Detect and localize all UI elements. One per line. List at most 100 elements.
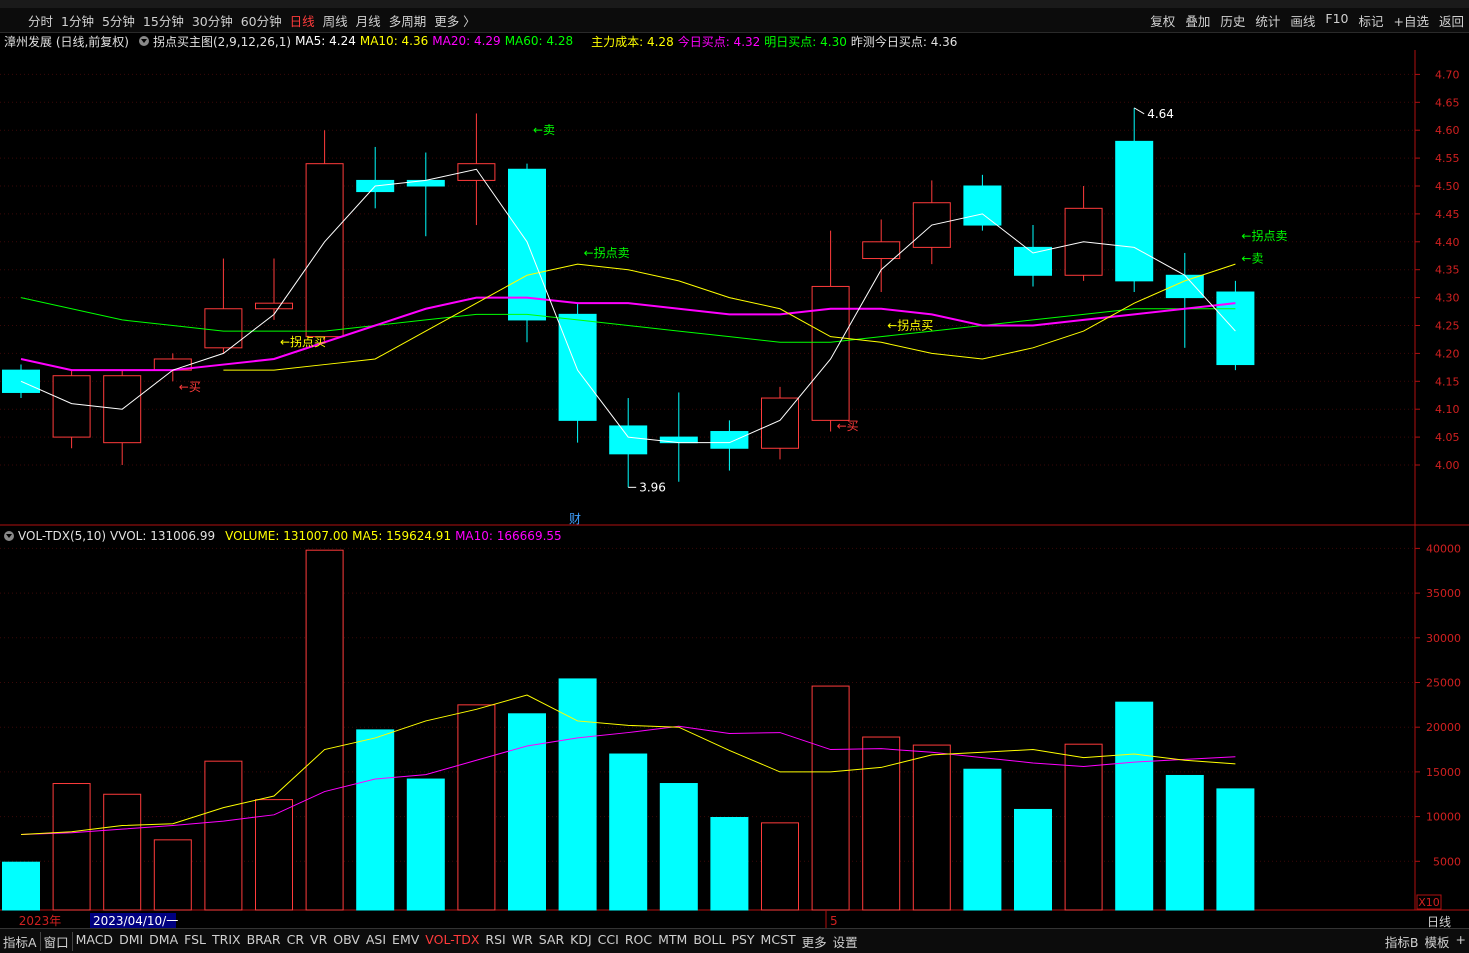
signal-annotation: ←买	[837, 419, 859, 433]
volume-bar	[204, 760, 243, 911]
indicator-tab[interactable]: MTM	[655, 932, 690, 951]
volume-bar	[963, 768, 1002, 911]
candle-body	[761, 397, 799, 449]
price-tick-label: 4.15	[1435, 375, 1460, 388]
indicator-tab[interactable]: DMI	[116, 932, 146, 951]
indicator-tab[interactable]: RSI	[482, 932, 508, 951]
indicator-tab[interactable]: WR	[509, 932, 536, 951]
indicator-tab[interactable]: MCST	[758, 932, 799, 951]
candle-body	[305, 163, 344, 338]
price-tick-label: 4.25	[1435, 320, 1460, 333]
price-tick-label: 4.50	[1435, 180, 1460, 193]
indicator-tab[interactable]: BRAR	[244, 932, 284, 951]
indicator-tab[interactable]: ROC	[622, 932, 655, 951]
price-tick-label: 4.00	[1435, 459, 1460, 472]
indicator-tab[interactable]: CR	[284, 932, 307, 951]
volume-bar	[1064, 743, 1103, 911]
indicator-tabs: 指标A 窗口 MACD DMI DMA FSL TRIX BRAR CR VR OBV ASI EMV V…	[0, 931, 861, 951]
volume-bar	[1165, 774, 1204, 911]
candle-body	[710, 431, 749, 449]
volume-tick-label: 10000	[1426, 811, 1461, 824]
volume-bar	[1216, 788, 1255, 911]
kline-chart[interactable]: 4.70 4.65 4.60 4.55 4.50 4.45 4.40 4.35 4.30 4.25…	[0, 0, 1469, 928]
price-tick-label: 4.20	[1435, 347, 1460, 360]
finance-marker: 财	[569, 512, 581, 526]
candle-body	[558, 313, 597, 421]
month-label: 5	[830, 914, 838, 928]
axis-period-label: 日线	[1427, 915, 1451, 928]
volume-tick-label: 25000	[1426, 677, 1461, 690]
signal-annotation: ←拐点卖	[584, 245, 630, 260]
volume-bar	[811, 685, 850, 911]
volume-tick-label: 35000	[1426, 587, 1461, 600]
signal-annotation: ←卖	[533, 123, 555, 137]
indicator-tab[interactable]: KDJ	[567, 932, 595, 951]
indicator-tab[interactable]: TRIX	[209, 932, 244, 951]
volume-bar	[406, 778, 445, 911]
signal-annotation: ←买	[179, 380, 201, 394]
bottom-right-controls: 指标B 模板 +	[1382, 932, 1469, 951]
volume-bar	[153, 839, 192, 911]
indicator-tab[interactable]: 更多	[799, 932, 830, 951]
volume-bar	[1014, 808, 1052, 911]
candle-body	[1216, 291, 1255, 366]
volume-tick-label: 5000	[1433, 855, 1461, 868]
candle-body	[1014, 246, 1052, 276]
price-tick-label: 4.05	[1435, 431, 1460, 444]
candle-body	[811, 285, 850, 421]
indicator-tab[interactable]: ASI	[363, 932, 389, 951]
indicator-tab[interactable]: DMA	[146, 932, 181, 951]
volume-bar	[2, 861, 40, 911]
volume-bar	[862, 736, 901, 911]
indicator-tab[interactable]: 指标A	[0, 931, 41, 951]
volume-bar	[356, 729, 395, 911]
volume-bar	[710, 816, 749, 911]
candle-body	[255, 302, 293, 310]
bottom-control[interactable]: 指标B	[1382, 932, 1422, 951]
indicator-tab[interactable]: EMV	[389, 932, 422, 951]
price-tick-label: 4.55	[1435, 152, 1460, 165]
signal-annotation: ←拐点买	[887, 318, 933, 333]
volume-tick-label: 20000	[1426, 721, 1461, 734]
high-marker-line	[1133, 107, 1145, 115]
year-label: 2023年	[19, 914, 62, 928]
candle-body	[406, 179, 445, 187]
indicator-tab[interactable]: CCI	[595, 932, 622, 951]
volume-tick-label: 40000	[1426, 542, 1461, 555]
price-tick-label: 4.35	[1435, 264, 1460, 277]
indicator-tab[interactable]: FSL	[181, 932, 209, 951]
indicator-tab[interactable]: OBV	[330, 932, 363, 951]
ma20-line	[20, 296, 1236, 372]
signal-annotation: ←拐点卖	[1241, 228, 1287, 243]
candle-body	[204, 308, 243, 349]
price-tick-label: 4.60	[1435, 124, 1460, 137]
volume-bar	[103, 793, 142, 911]
indicator-tab[interactable]: MACD	[73, 932, 116, 951]
indicator-tab[interactable]: BOLL	[690, 932, 728, 951]
candle-body	[862, 241, 901, 260]
price-tick-label: 4.45	[1435, 208, 1460, 221]
low-price-label: 3.96	[639, 480, 666, 494]
price-tick-label: 4.65	[1435, 96, 1460, 109]
indicator-tab[interactable]: VOL-TDX	[422, 932, 482, 951]
price-tick-label: 4.10	[1435, 403, 1460, 416]
volume-bar	[659, 783, 698, 911]
candle-body	[1115, 140, 1154, 282]
cursor-date-label: 2023/04/10/一	[93, 914, 178, 928]
price-tick-label: 4.70	[1435, 68, 1460, 81]
bottom-control[interactable]: 模板	[1422, 932, 1453, 951]
candle-body	[52, 375, 91, 438]
candle-body	[609, 425, 648, 455]
price-tick-label: 4.40	[1435, 236, 1460, 249]
volume-bar	[305, 549, 344, 911]
signal-annotation: ←卖	[1241, 252, 1263, 266]
indicator-tab[interactable]: SAR	[536, 932, 567, 951]
indicator-tab[interactable]: VR	[307, 932, 330, 951]
indicator-tab[interactable]: 窗口	[41, 931, 73, 951]
indicator-tab[interactable]: PSY	[728, 932, 757, 951]
indicator-tab[interactable]: 设置	[830, 932, 861, 951]
bottom-control[interactable]: +	[1453, 932, 1469, 951]
candle-body	[659, 436, 698, 444]
volume-bar	[912, 744, 951, 911]
volume-tick-label: 30000	[1426, 632, 1461, 645]
